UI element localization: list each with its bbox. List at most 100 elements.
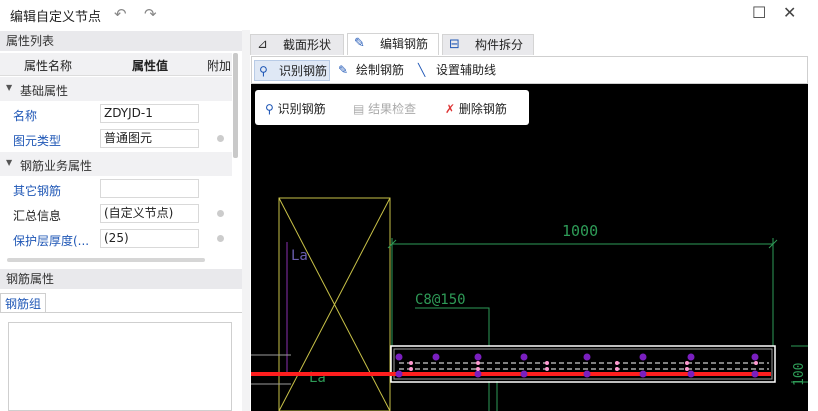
collapse-icon[interactable]: ▼ (6, 83, 12, 92)
button-label: 识别钢筋 (279, 64, 328, 78)
group-rebar-business[interactable]: ▼ 钢筋业务属性 (0, 152, 232, 176)
rebar-dot (615, 367, 619, 371)
close-icon[interactable]: ✕ (783, 3, 796, 22)
rebar-dot (409, 367, 413, 371)
identify-rebar-button[interactable]: ⚲ 识别钢筋 (254, 60, 330, 81)
rebar-dot (545, 367, 549, 371)
rebar-label: C8@150 (415, 292, 466, 308)
rebar-dot (476, 361, 480, 365)
rebar-dot (639, 370, 647, 378)
draw-rebar-icon: ✎ (338, 63, 349, 77)
rebar-dot (583, 370, 591, 378)
tab-section-shape[interactable]: ⊿ 截面形状 (250, 34, 344, 55)
rebar-dot (432, 353, 440, 361)
rebar-dot (395, 353, 403, 361)
tab-edit-rebar[interactable]: ✎ 编辑钢筋 (347, 33, 439, 55)
button-label: 设置辅助线 (436, 63, 497, 77)
rebar-dot (751, 353, 759, 361)
rebar-dot (687, 353, 695, 361)
rebar-dot (476, 367, 480, 371)
rebar-dot (474, 353, 482, 361)
drawing-canvas[interactable]: La La 1000 C8@150 100 (251, 84, 808, 411)
group-label: 钢筋业务属性 (20, 159, 93, 173)
vertical-scrollbar[interactable] (233, 53, 238, 158)
redo-icon[interactable]: ↷ (144, 5, 157, 23)
beam-outline (390, 345, 776, 383)
rebar-dot (520, 370, 528, 378)
prop-row-type: 图元类型 普通图元 (0, 127, 232, 151)
prop-name: 汇总信息 (13, 209, 62, 223)
canvas-drawing: La La 1000 C8@150 100 (251, 197, 808, 411)
rebar-leader-line (415, 307, 490, 346)
prop-row-name: 名称 ZDYJD-1 (0, 102, 232, 126)
horizontal-scrollbar[interactable] (7, 258, 205, 262)
group-label: 基础属性 (20, 84, 69, 98)
property-column-header: 属性名称 属性值 附加 (0, 53, 232, 76)
popup-identify-rebar-button[interactable]: ⚲ 识别钢筋 (265, 100, 326, 117)
prop-value-input[interactable]: (25) (100, 229, 199, 248)
delete-rebar-icon: ✗ (445, 102, 456, 116)
tab-label: 截面形状 (283, 38, 332, 52)
guide-line-icon: ╲ (418, 63, 426, 77)
popup-delete-rebar-button[interactable]: ✗ 删除钢筋 (445, 100, 507, 117)
splitter[interactable] (242, 30, 250, 411)
button-label: 绘制钢筋 (356, 63, 405, 77)
rebar-dot (409, 361, 413, 365)
collapse-icon[interactable]: ▼ (6, 158, 12, 167)
tab-underline (0, 312, 242, 313)
property-list-header: 属性列表 (0, 31, 242, 51)
rebar-dot (685, 361, 689, 365)
window-title: 编辑自定义节点 (10, 10, 102, 25)
prop-value-input[interactable]: (自定义节点) (100, 204, 199, 223)
button-label: 识别钢筋 (277, 102, 326, 116)
col-value: 属性值 (132, 59, 169, 73)
rebar-dot (754, 361, 758, 365)
prop-value-input[interactable] (100, 179, 199, 198)
rebar-dot (615, 361, 619, 365)
set-guide-line-button[interactable]: ╲ 设置辅助线 (416, 60, 502, 81)
button-label: 删除钢筋 (458, 102, 507, 116)
prop-name: 图元类型 (13, 134, 62, 148)
rebar-dot (520, 353, 528, 361)
group-basic[interactable]: ▼ 基础属性 (0, 77, 232, 101)
tab-rebar-group[interactable]: 钢筋组 (0, 293, 46, 313)
title-bar: 编辑自定义节点 ↶ ↷ ☐ ✕ (0, 0, 818, 30)
rebar-dot (395, 370, 403, 378)
prop-value-input[interactable]: ZDYJD-1 (100, 104, 199, 123)
rebar-dot (474, 370, 482, 378)
rebar-group-textarea[interactable] (8, 322, 232, 411)
tab-component-split[interactable]: ⊟ 构件拆分 (442, 34, 534, 55)
result-check-icon: ▤ (353, 102, 365, 116)
prop-name: 保护层厚度(... (13, 234, 90, 248)
identify-popup-toolbar: ⚲ 识别钢筋 ▤ 结果检查 ✗ 删除钢筋 (255, 90, 529, 125)
attach-checkbox[interactable] (217, 210, 224, 217)
prop-row-cover: 保护层厚度(... (25) (0, 227, 232, 251)
rebar-dot (583, 353, 591, 361)
attach-checkbox[interactable] (217, 135, 224, 142)
right-dimension-label: 100 (792, 363, 807, 386)
main-tabs: ⊿ 截面形状 ✎ 编辑钢筋 ⊟ 构件拆分 (250, 31, 818, 55)
rebar-dot (751, 370, 759, 378)
prop-value-input[interactable]: 普通图元 (100, 129, 199, 148)
edit-rebar-toolbar: ⚲ 识别钢筋 ✎ 绘制钢筋 ╲ 设置辅助线 (251, 56, 808, 84)
attach-checkbox[interactable] (217, 235, 224, 242)
la-top-label: La (291, 248, 308, 264)
rebar-dot (685, 367, 689, 371)
popup-result-check-button[interactable]: ▤ 结果检查 (353, 100, 416, 117)
col-name: 属性名称 (24, 59, 73, 73)
prop-name: 名称 (13, 109, 38, 123)
undo-icon[interactable]: ↶ (114, 5, 127, 23)
rebar-dot (545, 361, 549, 365)
section-shape-icon: ⊿ (257, 37, 268, 52)
left-panel: 属性列表 属性名称 属性值 附加 ▼ 基础属性 名称 ZDYJD-1 图元类型 … (0, 31, 242, 411)
prop-row-summary: 汇总信息 (自定义节点) (0, 202, 232, 226)
component-split-icon: ⊟ (449, 37, 460, 52)
rebar-property-header: 钢筋属性 (0, 269, 242, 289)
maximize-icon[interactable]: ☐ (752, 3, 766, 22)
col-extra: 附加 (207, 59, 232, 73)
tab-label: 构件拆分 (475, 38, 524, 52)
identify-rebar-icon: ⚲ (265, 102, 274, 116)
tab-label: 编辑钢筋 (380, 37, 429, 51)
draw-rebar-button[interactable]: ✎ 绘制钢筋 (336, 60, 414, 81)
button-label: 结果检查 (368, 102, 417, 116)
